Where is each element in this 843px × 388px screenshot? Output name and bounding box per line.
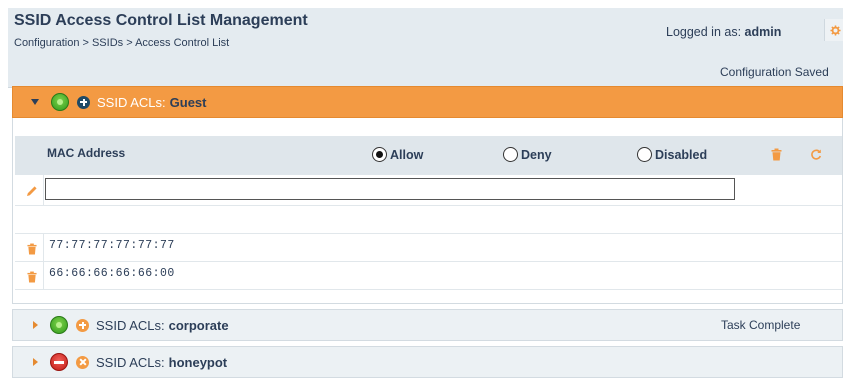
panel-label: SSID ACLs: xyxy=(97,94,166,110)
collapse-arrow-icon[interactable] xyxy=(31,99,39,105)
username[interactable]: admin xyxy=(745,25,782,39)
breadcrumb: Configuration > SSIDs > Access Control L… xyxy=(14,37,230,49)
remove-icon[interactable] xyxy=(76,355,89,369)
acl-entry-row: 66:66:66:66:66:00 xyxy=(15,262,842,290)
radio-allow[interactable]: Allow xyxy=(372,147,423,162)
mac-address: 77:77:77:77:77:77 xyxy=(49,239,175,252)
status-enabled-icon[interactable] xyxy=(50,316,68,334)
ssid-name: honeypot xyxy=(168,354,228,370)
panel-guest-body: MAC Address Allow Deny Disabled 77:77:77… xyxy=(12,118,843,304)
radio-allow-circle[interactable] xyxy=(372,147,387,162)
trash-icon[interactable] xyxy=(27,243,37,255)
panel-label: SSID ACLs: xyxy=(96,354,165,370)
panel-label: SSID ACLs: xyxy=(96,317,165,333)
expand-arrow-icon[interactable] xyxy=(33,358,38,366)
ssid-name: Guest xyxy=(169,94,207,110)
ssid-name: corporate xyxy=(168,317,229,333)
login-prefix: Logged in as: xyxy=(666,25,742,39)
radio-allow-label: Allow xyxy=(390,147,424,162)
mac-address-input[interactable] xyxy=(45,178,735,200)
pencil-icon xyxy=(27,186,37,196)
status-message: Configuration Saved xyxy=(720,65,829,79)
radio-deny[interactable]: Deny xyxy=(503,147,552,162)
gear-icon xyxy=(830,25,841,36)
expand-arrow-icon[interactable] xyxy=(33,321,38,329)
radio-deny-circle[interactable] xyxy=(503,147,518,162)
settings-button[interactable] xyxy=(824,19,843,41)
panel-guest-header[interactable]: SSID ACLs: Guest xyxy=(12,86,843,118)
radio-disabled[interactable]: Disabled xyxy=(637,147,707,162)
radio-deny-label: Deny xyxy=(521,147,552,162)
table-header: MAC Address Allow Deny Disabled xyxy=(15,136,842,175)
trash-icon[interactable] xyxy=(771,148,782,161)
acl-entry-row: 77:77:77:77:77:77 xyxy=(15,234,842,262)
panel-honeypot-header[interactable]: SSID ACLs: honeypot xyxy=(12,346,843,378)
status-disabled-icon[interactable] xyxy=(50,353,68,371)
add-icon[interactable] xyxy=(76,318,89,332)
radio-disabled-label: Disabled xyxy=(655,147,708,162)
spacer-row xyxy=(15,206,842,234)
page-header: SSID Access Control List Management Conf… xyxy=(8,8,843,88)
task-status: Task Complete xyxy=(721,318,801,332)
radio-disabled-circle[interactable] xyxy=(637,147,652,162)
trash-icon[interactable] xyxy=(27,271,37,283)
panel-corporate-header[interactable]: SSID ACLs: corporate Task Complete xyxy=(12,309,843,341)
add-icon[interactable] xyxy=(77,95,90,109)
login-info: Logged in as: admin xyxy=(666,25,781,39)
mac-address: 66:66:66:66:66:00 xyxy=(49,267,175,280)
column-header-mac: MAC Address xyxy=(47,146,126,160)
status-enabled-icon[interactable] xyxy=(51,93,69,111)
refresh-icon[interactable] xyxy=(810,148,822,161)
page-title: SSID Access Control List Management xyxy=(14,12,308,29)
